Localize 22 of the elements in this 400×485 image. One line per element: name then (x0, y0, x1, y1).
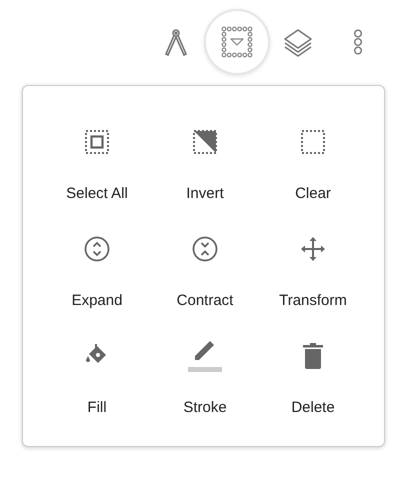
menu-item[interactable]: Expand (43, 235, 151, 311)
menu-item[interactable]: Clear (259, 128, 367, 204)
menu-item[interactable]: Fill (43, 342, 151, 418)
select-all-icon (85, 130, 109, 154)
selected-toolbar-button[interactable] (206, 11, 268, 73)
selection-icon (221, 26, 253, 58)
more-icon (353, 29, 363, 55)
move-arrows-icon (300, 236, 326, 262)
menu-item[interactable]: Invert (151, 128, 259, 204)
menu-item[interactable]: Contract (151, 235, 259, 311)
layers-icon (283, 27, 313, 57)
invert-selection-icon (193, 130, 217, 154)
menu-item[interactable]: Transform (259, 235, 367, 311)
compass-icon (163, 27, 189, 57)
dashed-square-icon (301, 130, 325, 154)
expand-icon (84, 236, 110, 262)
menu-item[interactable]: Stroke (151, 342, 259, 418)
menu-item[interactable]: Delete (259, 342, 367, 418)
trash-icon (303, 343, 323, 369)
contract-icon (192, 236, 218, 262)
menu-item[interactable]: Select All (43, 128, 151, 204)
pencil-icon (188, 340, 222, 372)
